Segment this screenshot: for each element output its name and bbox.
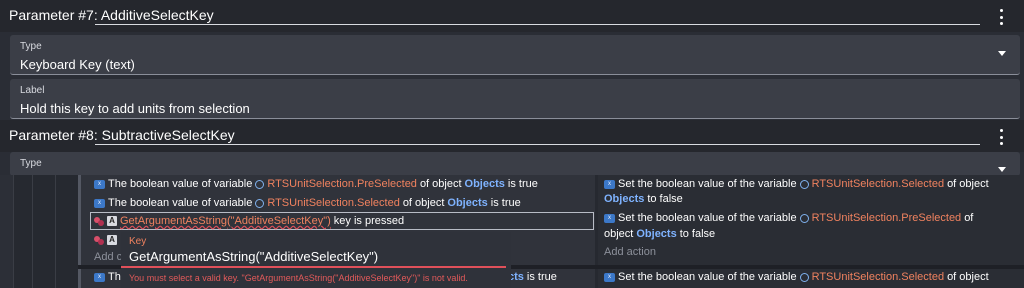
dropdown-arrow-icon (998, 167, 1006, 172)
parameter-7-header: Parameter #7: AdditiveSelectKey (0, 0, 1024, 32)
label-value: Hold this key to add units from selectio… (20, 101, 250, 116)
variable-icon: x (94, 272, 105, 282)
parameter-7-prefix: Parameter #7: (9, 7, 98, 23)
action-row[interactable]: x Set the boolean value of the variable … (604, 271, 989, 283)
keyboard-icon: A (107, 235, 117, 245)
parameter-7-name-input[interactable]: AdditiveSelectKey (101, 7, 214, 24)
variable-icon: x (604, 272, 615, 282)
object-variable-icon (799, 272, 809, 282)
parameter-8-name-underline (95, 144, 980, 145)
parameter-7-label-input[interactable]: Label Hold this key to add units from se… (10, 79, 1020, 119)
parameter-7-name-underline (95, 24, 980, 25)
invert-icon (94, 216, 104, 226)
key-field-label: Key (129, 236, 147, 247)
parameter-7-more-icon[interactable] (994, 9, 1008, 25)
condition-row-editing[interactable]: A (94, 235, 117, 245)
object-variable-icon (255, 198, 265, 208)
invert-icon (94, 235, 104, 245)
condition-row-selected[interactable]: A GetArgumentAsString("AdditiveSelectKey… (94, 215, 404, 227)
event-indent-line (32, 175, 33, 288)
parameter-8-title: Parameter #8: SubtractiveSelectKey (9, 127, 235, 143)
add-action-link[interactable]: Add action (604, 246, 656, 258)
condition-row[interactable]: x The boolean value of variable RTSUnitS… (94, 197, 521, 209)
parameter-7-type-select[interactable]: Type Keyboard Key (text) (10, 35, 1020, 75)
variable-icon: x (604, 179, 615, 189)
condition-row-tail: cts is true (508, 271, 557, 283)
event-indent-line (55, 175, 56, 288)
parameter-8-header: Parameter #8: SubtractiveSelectKey (0, 120, 1024, 152)
object-variable-icon (255, 179, 265, 189)
add-condition-link[interactable]: Add c (94, 251, 122, 263)
object-variable-icon (799, 213, 809, 223)
object-variable-icon (799, 179, 809, 189)
type-label: Type (20, 41, 42, 52)
key-input[interactable]: GetArgumentAsString("AdditiveSelectKey") (129, 249, 378, 264)
key-parameter-editor: Key GetArgumentAsString("AdditiveSelectK… (121, 232, 511, 288)
condition-row[interactable]: x The boolean value of variable RTSUnitS… (94, 178, 538, 190)
action-row[interactable]: x Set the boolean value of the variable … (604, 212, 973, 224)
parameter-8-name-input[interactable]: SubtractiveSelectKey (102, 127, 235, 144)
variable-icon: x (94, 198, 105, 208)
variable-icon: x (94, 179, 105, 189)
dropdown-arrow-icon (998, 51, 1006, 56)
key-input-error-underline (121, 266, 506, 268)
type-value: Keyboard Key (text) (20, 57, 135, 72)
parameter-8-prefix: Parameter #8: (9, 127, 98, 143)
parameter-7-title: Parameter #7: AdditiveSelectKey (9, 7, 214, 23)
action-row-continued: Objects to false (604, 193, 683, 205)
keyboard-icon: A (107, 216, 117, 226)
label-label: Label (20, 85, 45, 96)
action-row-continued: object Objects to false (604, 228, 716, 240)
type-label: Type (20, 158, 42, 169)
variable-icon: x (604, 213, 615, 223)
key-error-message: You must select a valid key. "GetArgumen… (129, 273, 468, 283)
event-gutter (0, 175, 14, 288)
action-row[interactable]: x Set the boolean value of the variable … (604, 178, 989, 190)
parameter-8-type-select[interactable]: Type (10, 152, 1020, 176)
parameter-8-more-icon[interactable] (994, 129, 1008, 145)
